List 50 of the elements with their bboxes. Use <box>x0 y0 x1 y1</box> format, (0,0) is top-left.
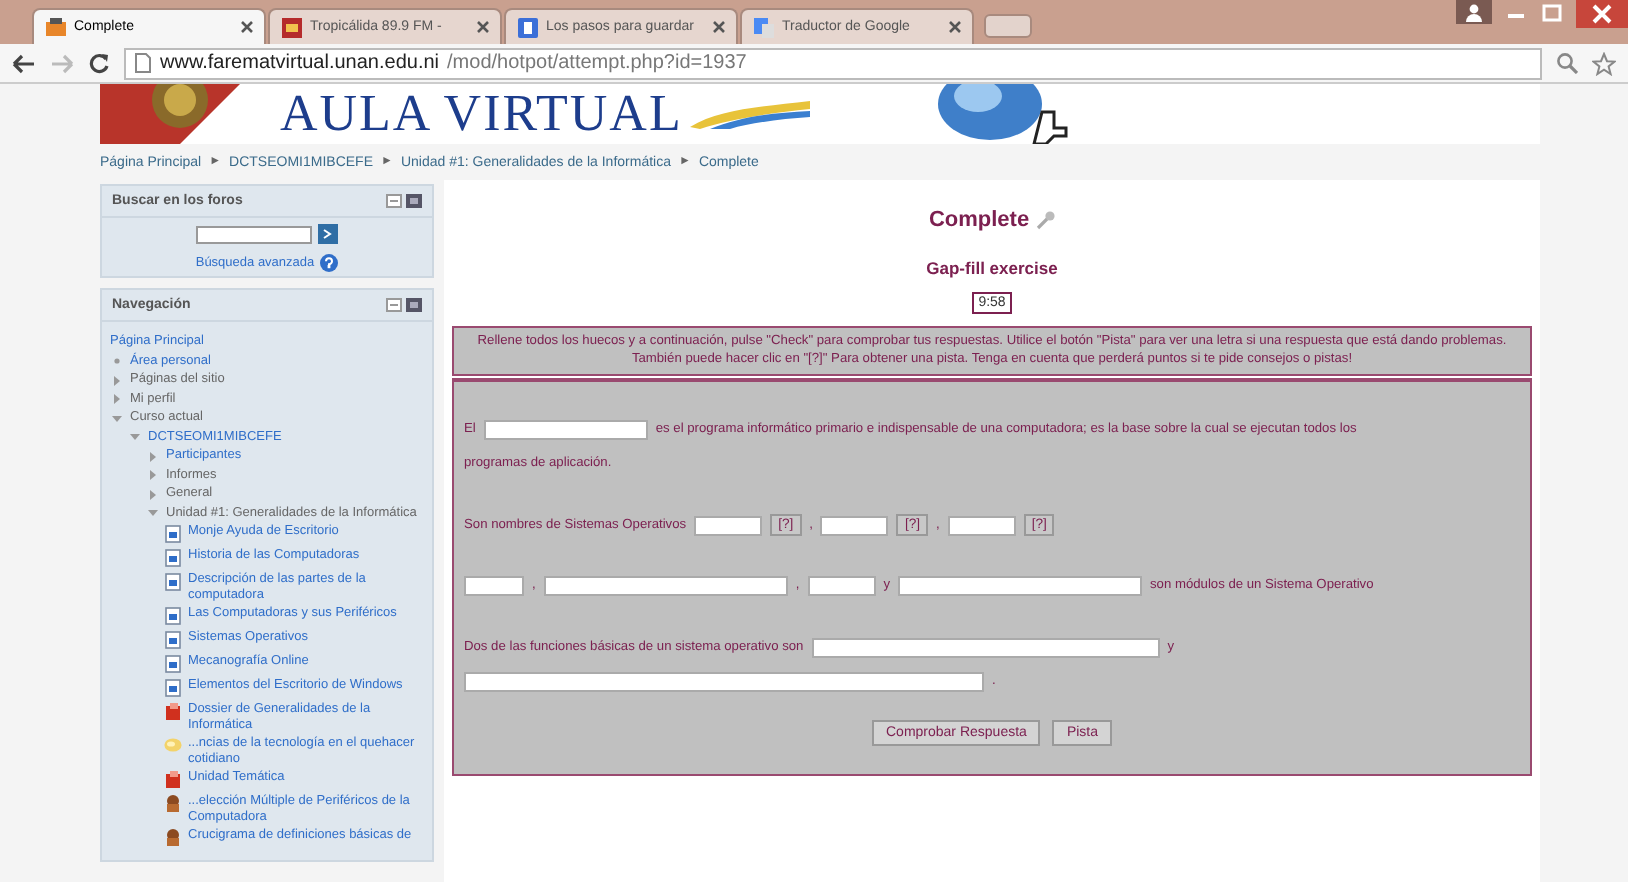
folder-icon <box>164 770 182 790</box>
answer-field[interactable] <box>464 576 524 597</box>
reload-icon[interactable] <box>88 52 110 74</box>
help-icon[interactable] <box>320 254 339 272</box>
expanded-arrow-icon[interactable] <box>128 430 142 444</box>
answer-field[interactable] <box>483 420 648 440</box>
answer-field[interactable] <box>543 576 788 597</box>
exercise-subtitle: Gap-fill exercise <box>926 258 1058 278</box>
answer-field[interactable] <box>694 515 763 535</box>
document-icon <box>516 15 540 39</box>
new-tab-button[interactable] <box>984 14 1032 38</box>
close-icon[interactable] <box>948 20 962 34</box>
answer-field[interactable] <box>897 576 1142 597</box>
collapsed-arrow-icon[interactable] <box>146 449 160 463</box>
collapsed-arrow-icon[interactable] <box>146 468 160 482</box>
collapse-icon[interactable] <box>386 298 402 312</box>
emblem-drawing <box>100 84 240 144</box>
collapsed-arrow-icon[interactable] <box>110 373 124 387</box>
collapsed-arrow-icon[interactable] <box>146 487 160 501</box>
dock-icon[interactable] <box>406 194 422 208</box>
maximize-icon[interactable] <box>1540 0 1564 24</box>
page-icon <box>134 52 152 74</box>
forward-arrow-icon[interactable] <box>50 53 74 73</box>
wrench-icon[interactable] <box>1035 210 1056 230</box>
folder-icon <box>164 702 182 722</box>
speech-bubble-icon <box>164 736 182 756</box>
answer-field[interactable] <box>464 671 984 692</box>
back-arrow-icon[interactable] <box>12 53 36 73</box>
answer-field[interactable] <box>811 638 1160 658</box>
answer-field[interactable] <box>820 515 889 535</box>
close-icon[interactable] <box>240 20 254 34</box>
bullet-icon <box>110 354 124 368</box>
search-field[interactable] <box>196 225 312 243</box>
page-title: Complete <box>928 208 1030 232</box>
collapsed-arrow-icon[interactable] <box>110 392 124 406</box>
close-icon[interactable] <box>476 20 490 34</box>
answer-field[interactable] <box>807 576 876 597</box>
banner-title: AULA VIRTUAL <box>280 84 683 144</box>
collapse-icon[interactable] <box>386 194 402 208</box>
user-icon[interactable] <box>1456 0 1492 24</box>
magnifier-icon[interactable] <box>1556 52 1578 74</box>
star-icon[interactable] <box>1592 51 1616 75</box>
expanded-arrow-icon[interactable] <box>110 411 124 425</box>
expanded-arrow-icon[interactable] <box>146 506 160 520</box>
dock-icon[interactable] <box>406 298 422 312</box>
close-icon[interactable] <box>712 20 726 34</box>
address-field[interactable]: www.farematvirtual.unan.edu.ni /mod/hotpot/attempt.php?id=1937 <box>124 47 1542 79</box>
answer-field[interactable] <box>947 515 1016 535</box>
close-icon[interactable] <box>1576 0 1628 28</box>
go-button-icon[interactable] <box>318 224 338 244</box>
